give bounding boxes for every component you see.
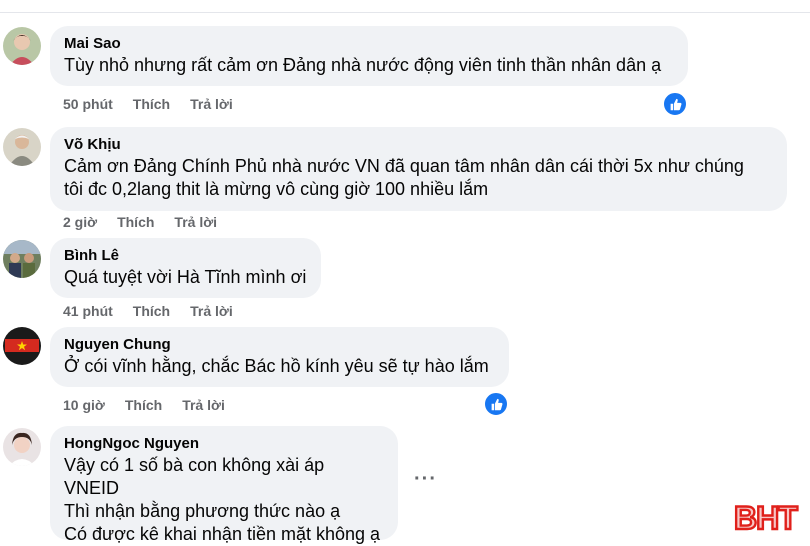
reply-link[interactable]: Trả lời (174, 214, 217, 230)
reply-link[interactable]: Trả lời (190, 96, 233, 112)
reply-link[interactable]: Trả lời (190, 303, 233, 319)
avatar[interactable] (3, 327, 41, 365)
comment-text: Cảm ơn Đảng Chính Phủ nhà nước VN đã qua… (64, 156, 744, 199)
comment-actions: 41 phút Thích Trả lời (63, 303, 253, 319)
comment-bubble: Nguyen Chung Ở cói vĩnh hằng, chắc Bác h… (50, 327, 509, 387)
comment-actions: 10 giờ Thích Trả lời (63, 397, 245, 413)
comment-text: Vậy có 1 số bà con không xài áp VNEID Th… (64, 455, 381, 544)
like-link[interactable]: Thích (117, 214, 154, 230)
like-reaction-icon[interactable] (483, 391, 509, 417)
comment-author[interactable]: HongNgoc Nguyen (64, 434, 384, 454)
avatar[interactable] (3, 27, 41, 65)
top-divider (0, 0, 810, 13)
comment-time[interactable]: 41 phút (63, 303, 113, 319)
comment-author[interactable]: Nguyen Chung (64, 335, 495, 355)
comment-actions: 2 giờ Thích Trả lời (63, 214, 237, 230)
comment-text: Tùy nhỏ nhưng rất cảm ơn Đảng nhà nước đ… (64, 55, 662, 75)
comment-text: Quá tuyệt vời Hà Tĩnh mình ơi (64, 267, 307, 287)
comment-bubble: Võ Khịu Cảm ơn Đảng Chính Phủ nhà nước V… (50, 127, 787, 211)
more-options-icon[interactable]: ··· (414, 468, 437, 491)
comment-actions: 50 phút Thích Trả lời (63, 96, 253, 112)
comment-bubble: HongNgoc Nguyen Vậy có 1 số bà con không… (50, 426, 398, 544)
like-link[interactable]: Thích (133, 303, 170, 319)
comment-author[interactable]: Võ Khịu (64, 135, 773, 155)
like-reaction-icon[interactable] (662, 91, 688, 117)
bht-logo: BHT BHT (733, 497, 805, 537)
like-link[interactable]: Thích (133, 96, 170, 112)
avatar[interactable] (3, 240, 41, 278)
avatar[interactable] (3, 428, 41, 466)
like-link[interactable]: Thích (125, 397, 162, 413)
comment-bubble: Mai Sao Tùy nhỏ nhưng rất cảm ơn Đảng nh… (50, 26, 688, 86)
comment-text: Ở cói vĩnh hằng, chắc Bác hồ kính yêu sẽ… (64, 356, 489, 376)
comment-author[interactable]: Bình Lê (64, 246, 307, 266)
comment-time[interactable]: 10 giờ (63, 397, 105, 413)
comment-time[interactable]: 50 phút (63, 96, 113, 112)
comment-time[interactable]: 2 giờ (63, 214, 97, 230)
comment-bubble: Bình Lê Quá tuyệt vời Hà Tĩnh mình ơi (50, 238, 321, 298)
svg-text:BHT: BHT (734, 500, 798, 536)
reply-link[interactable]: Trả lời (182, 397, 225, 413)
avatar[interactable] (3, 128, 41, 166)
comment-author[interactable]: Mai Sao (64, 34, 674, 54)
